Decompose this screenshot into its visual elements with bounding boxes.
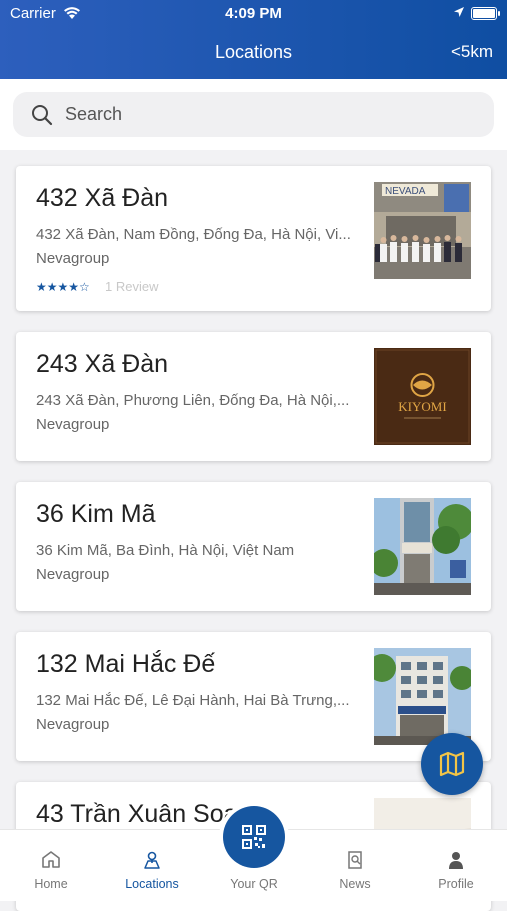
location-group: Nevagroup	[36, 716, 110, 733]
location-name: 132 Mai Hắc Đế	[36, 650, 216, 678]
location-name: 243 Xã Đàn	[36, 350, 169, 378]
location-address: 243 Xã Đàn, Phương Liên, Đống Đa, Hà Nội…	[36, 392, 350, 409]
location-name: 43 Trần Xuân Soạn	[36, 800, 252, 828]
profile-icon	[449, 852, 463, 869]
tab-label: Home	[34, 877, 68, 891]
news-icon	[348, 851, 362, 869]
review-count: 1 Review	[105, 279, 159, 294]
nav-header: Carrier 4:09 PM Locations <5km	[0, 0, 507, 79]
tab-profile[interactable]: Profile	[416, 830, 496, 901]
search-input[interactable]	[63, 103, 467, 126]
location-group: Nevagroup	[36, 416, 110, 433]
tab-news[interactable]: News	[315, 830, 395, 901]
distance-filter-button[interactable]: <5km	[451, 42, 493, 62]
qr-button[interactable]	[223, 806, 285, 868]
logo-text: KIYOMI	[398, 399, 446, 414]
tab-locations[interactable]: Locations	[112, 830, 192, 901]
location-arrow-icon	[453, 5, 465, 22]
location-address: 36 Kim Mã, Ba Đình, Hà Nội, Việt Nam	[36, 542, 295, 559]
page-title: Locations	[214, 42, 293, 62]
search-box[interactable]	[13, 92, 494, 137]
location-card[interactable]: 36 Kim Mã 36 Kim Mã, Ba Đình, Hà Nội, Vi…	[16, 482, 491, 611]
status-time: 4:09 PM	[225, 5, 282, 22]
kiyomi-logo: KIYOMI	[374, 348, 471, 445]
tab-label: Your QR	[230, 877, 278, 891]
battery-icon	[471, 7, 500, 20]
location-card[interactable]: 243 Xã Đàn 243 Xã Đàn, Phương Liên, Đống…	[16, 332, 491, 461]
search-icon	[32, 104, 53, 125]
map-icon	[439, 751, 465, 777]
tab-label: Locations	[125, 877, 179, 891]
location-card[interactable]: 132 Mai Hắc Đế 132 Mai Hắc Đế, Lê Đại Hà…	[16, 632, 491, 761]
location-group: Nevagroup	[36, 250, 110, 267]
location-group: Nevagroup	[36, 566, 110, 583]
search-bar	[0, 79, 507, 150]
home-icon	[42, 851, 60, 868]
building-photo	[374, 648, 471, 745]
location-address: 432 Xã Đàn, Nam Đồng, Đống Đa, Hà Nội, V…	[36, 226, 351, 243]
map-view-button[interactable]	[421, 733, 483, 795]
location-address: 132 Mai Hắc Đế, Lê Đại Hành, Hai Bà Trưn…	[36, 692, 350, 709]
location-icon	[144, 851, 160, 869]
status-bar: Carrier 4:09 PM	[10, 5, 500, 25]
tab-label: Profile	[438, 877, 474, 891]
location-name: 432 Xã Đàn	[36, 184, 169, 212]
rating-stars: ★★★★☆	[36, 280, 90, 294]
storefront-photo	[374, 498, 471, 595]
building-staff-photo: NEVADA	[374, 182, 471, 279]
svg-text:NEVADA: NEVADA	[385, 186, 426, 197]
location-name: 36 Kim Mã	[36, 500, 156, 528]
tab-label: News	[339, 877, 371, 891]
qr-icon	[242, 825, 266, 849]
location-card[interactable]: 432 Xã Đàn 432 Xã Đàn, Nam Đồng, Đống Đa…	[16, 166, 491, 311]
tab-home[interactable]: Home	[11, 830, 91, 901]
